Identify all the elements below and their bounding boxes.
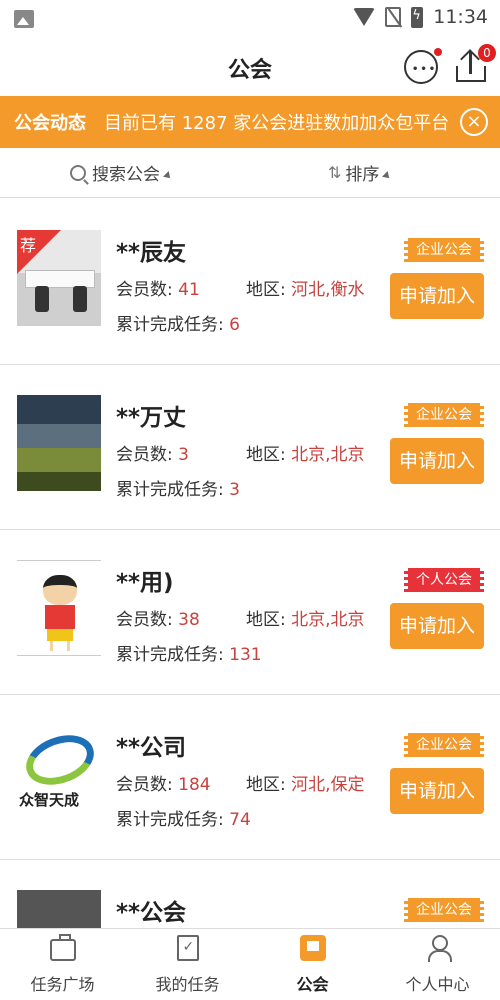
guild-name: **公司 (116, 735, 187, 761)
guild-avatar-office: 荐 (17, 230, 101, 326)
sort-button[interactable]: ⇅ 排序 (328, 160, 393, 185)
tab-guild[interactable]: 公会 (250, 929, 375, 1000)
upload-badge: 0 (478, 44, 496, 62)
guild-type-tag: 企业公会 (404, 898, 484, 922)
dropdown-triangle-icon (163, 170, 173, 181)
task-count: 6 (229, 315, 240, 335)
logo-text: 众智天成 (19, 791, 80, 809)
guild-type-tag: 企业公会 (404, 238, 484, 262)
guild-avatar-logo: 众智天成 (17, 725, 101, 821)
member-count: 3 (178, 445, 189, 465)
search-label: 搜索公会 (92, 165, 160, 185)
clipboard-icon (176, 935, 199, 961)
sort-icon: ⇅ (328, 163, 342, 182)
task-count: 3 (229, 480, 240, 500)
guild-region: 河北,保定 (291, 775, 365, 795)
tab-task-square[interactable]: 任务广场 (0, 929, 125, 1000)
close-icon[interactable]: × (460, 108, 488, 136)
guild-tasks-row: 累计完成任务: 6 (116, 315, 240, 335)
guild-tasks-row: 累计完成任务: 131 (116, 645, 262, 665)
guild-type-tag: 企业公会 (404, 403, 484, 427)
guild-card[interactable]: 荐 **辰友 会员数: 41 地区: 河北,衡水 累计完成任务: 6 企业公会 … (0, 200, 500, 365)
task-count: 131 (229, 645, 262, 665)
guild-region: 北京,北京 (291, 445, 365, 465)
guild-card[interactable]: **公会 企业公会 (0, 860, 500, 928)
guild-tasks-row: 累计完成任务: 3 (116, 480, 240, 500)
task-count: 74 (229, 810, 251, 830)
app-header: 公会 ••• 0 (0, 38, 500, 96)
gallery-notification-icon (14, 10, 34, 28)
member-count: 41 (178, 280, 200, 300)
flag-icon (299, 935, 326, 961)
chat-bubble-icon: ••• (412, 64, 438, 75)
guild-stats-row: 会员数: 184 地区: 河北,保定 (116, 775, 365, 795)
guild-region: 北京,北京 (291, 610, 365, 630)
guild-news-banner: 公会动态 目前已有 1287 家公会进驻数加加众包平台 × (0, 96, 500, 148)
sort-label: 排序 (345, 165, 380, 185)
guild-name: **辰友 (116, 240, 187, 266)
bottom-tab-bar: 任务广场 我的任务 公会 个人中心 (0, 928, 500, 1000)
guild-avatar-dark (17, 890, 101, 928)
guild-stats-row: 会员数: 38 地区: 北京,北京 (116, 610, 365, 630)
guild-tasks-row: 累计完成任务: 74 (116, 810, 251, 830)
guild-stats-row: 会员数: 41 地区: 河北,衡水 (116, 280, 365, 300)
guild-card[interactable]: 众智天成 **公司 会员数: 184 地区: 河北,保定 累计完成任务: 74 … (0, 695, 500, 860)
join-button[interactable]: 申请加入 (390, 768, 484, 814)
guild-stats-row: 会员数: 3 地区: 北京,北京 (116, 445, 365, 465)
message-button[interactable]: ••• (404, 48, 442, 84)
join-button[interactable]: 申请加入 (390, 438, 484, 484)
guild-avatar-cartoon (17, 560, 101, 656)
guild-type-tag: 企业公会 (404, 733, 484, 757)
banner-text: 目前已有 1287 家公会进驻数加加众包平台 (104, 113, 450, 134)
guild-list: 荐 **辰友 会员数: 41 地区: 河北,衡水 累计完成任务: 6 企业公会 … (0, 200, 500, 928)
search-guild-button[interactable]: 搜索公会 (70, 160, 173, 185)
join-button[interactable]: 申请加入 (390, 603, 484, 649)
guild-name: **万丈 (116, 405, 187, 431)
filter-bar: 搜索公会 ⇅ 排序 (0, 148, 500, 198)
unread-dot (434, 48, 442, 56)
tab-profile[interactable]: 个人中心 (375, 929, 500, 1000)
status-time: 11:34 (433, 6, 488, 28)
guild-avatar-mountain (17, 395, 101, 491)
recommend-label: 荐 (20, 236, 37, 255)
member-count: 184 (178, 775, 211, 795)
guild-name: **公会 (116, 900, 187, 926)
person-icon (425, 935, 452, 962)
member-count: 38 (178, 610, 200, 630)
join-button[interactable]: 申请加入 (390, 273, 484, 319)
status-bar: 11:34 (0, 0, 500, 38)
briefcase-icon (49, 934, 76, 961)
dropdown-triangle-icon (382, 170, 393, 181)
battery-charging-icon (411, 6, 424, 28)
no-sim-icon (385, 7, 402, 27)
guild-card[interactable]: **用) 会员数: 38 地区: 北京,北京 累计完成任务: 131 个人公会 … (0, 530, 500, 695)
upload-button[interactable]: 0 (456, 44, 496, 82)
guild-card[interactable]: **万丈 会员数: 3 地区: 北京,北京 累计完成任务: 3 企业公会 申请加… (0, 365, 500, 530)
tab-my-tasks[interactable]: 我的任务 (125, 929, 250, 1000)
guild-region: 河北,衡水 (291, 280, 365, 300)
banner-label: 公会动态 (14, 113, 86, 134)
search-icon (70, 164, 86, 181)
guild-name: **用) (116, 570, 174, 596)
guild-type-tag: 个人公会 (404, 568, 484, 592)
wifi-icon (353, 8, 376, 26)
